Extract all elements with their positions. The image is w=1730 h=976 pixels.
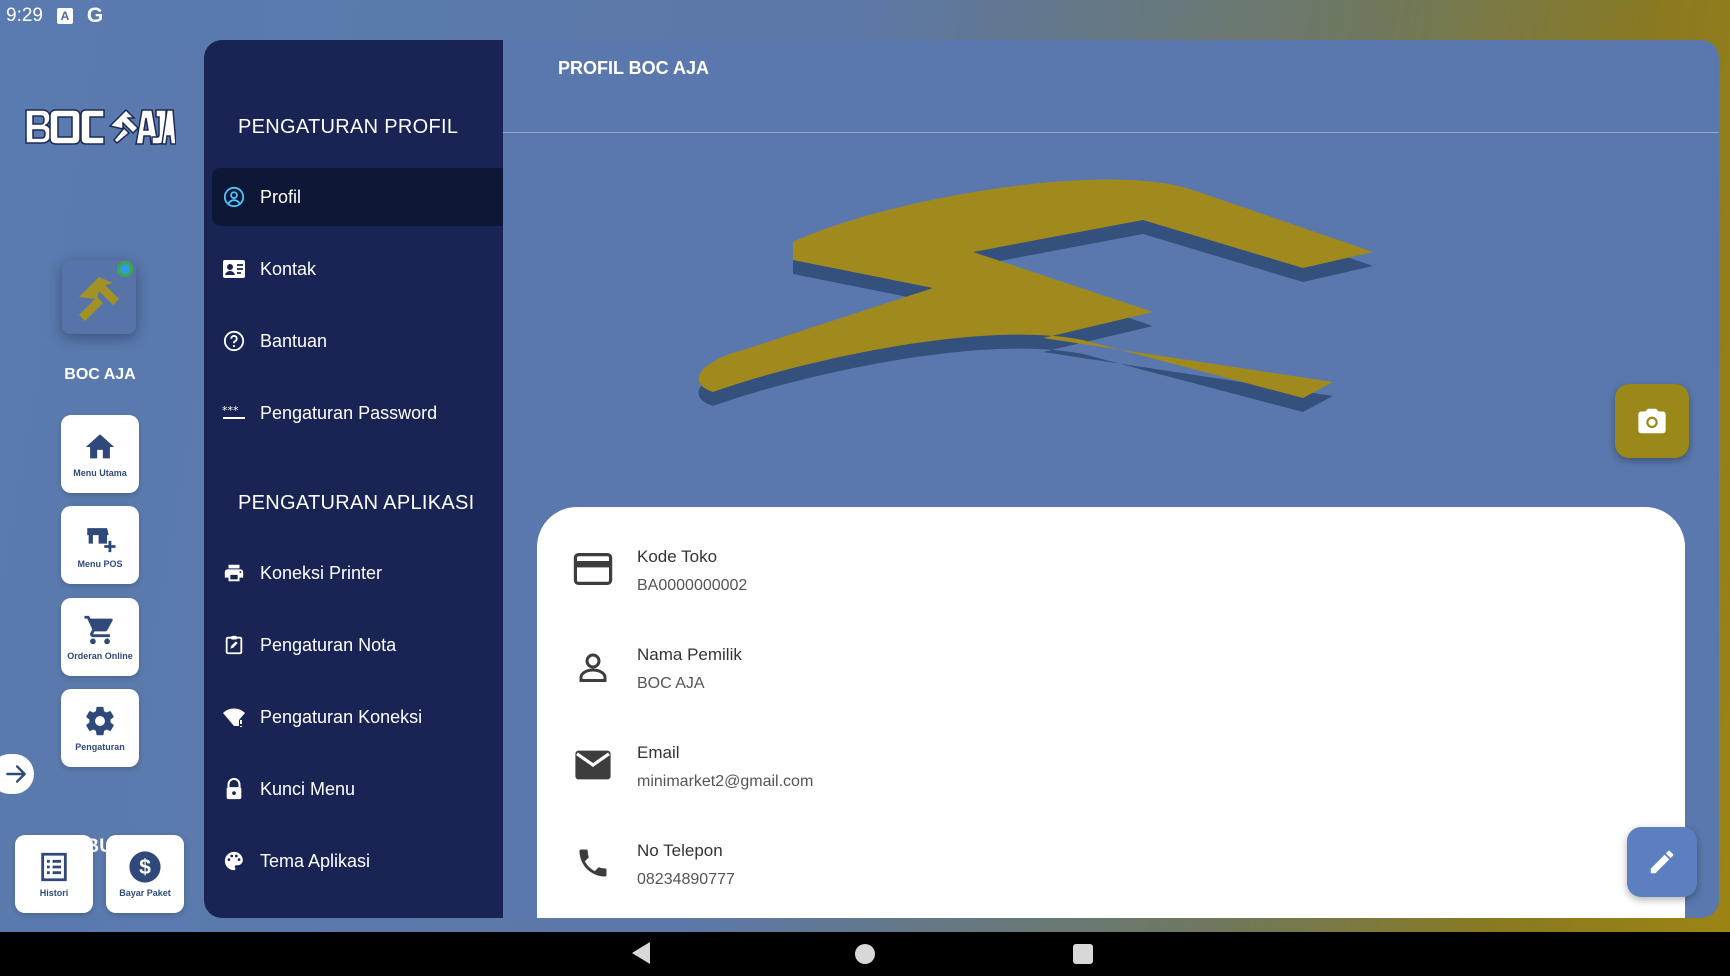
menu-item-bantuan[interactable]: Bantuan bbox=[212, 312, 503, 370]
menu-item-label: Pengaturan Koneksi bbox=[260, 706, 423, 727]
menu-item-koneksi-printer[interactable]: Koneksi Printer bbox=[212, 544, 503, 602]
pengaturan-button[interactable]: Pengaturan bbox=[61, 689, 139, 767]
field-value: BOC AJA bbox=[637, 675, 705, 692]
content-header: PROFIL BOC AJA bbox=[503, 40, 1719, 133]
gear-icon bbox=[86, 706, 114, 736]
menu-item-tema-aplikasi[interactable]: Tema Aplikasi bbox=[212, 832, 503, 890]
help-icon bbox=[222, 329, 246, 353]
menu-item-label: Kunci Menu bbox=[260, 778, 356, 799]
histori-label: Histori bbox=[39, 888, 69, 898]
orderan-online-label: Orderan Online bbox=[67, 651, 133, 661]
recents-icon[interactable] bbox=[1073, 944, 1093, 964]
menu-item-label: Profil bbox=[260, 186, 302, 207]
pengaturan-label: Pengaturan bbox=[75, 742, 125, 752]
status-time: 9:29 bbox=[6, 5, 43, 26]
store-add-icon bbox=[87, 528, 116, 553]
printer-icon bbox=[222, 561, 246, 585]
google-icon: G bbox=[86, 4, 104, 27]
field-value: minimarket2@gmail.com bbox=[637, 773, 814, 790]
camera-icon bbox=[1638, 408, 1666, 434]
contact-card-icon bbox=[222, 257, 246, 281]
bayar-paket-button[interactable]: $ Bayar Paket bbox=[106, 835, 184, 913]
menu-item-kunci-menu[interactable]: Kunci Menu bbox=[212, 760, 503, 818]
screen: 9:29 A G BOC AJA Menu Utama Menu POS Ord… bbox=[0, 0, 1730, 932]
menu-utama-button[interactable]: Menu Utama bbox=[61, 415, 139, 493]
home-icon bbox=[85, 434, 115, 459]
menu-item-profil[interactable]: Profil bbox=[212, 168, 503, 226]
orderan-online-button[interactable]: Orderan Online bbox=[61, 598, 139, 676]
menu-pos-button[interactable]: Menu POS bbox=[61, 506, 139, 584]
hammer-logo-icon bbox=[79, 277, 119, 321]
info-row-nama-pemilik: Nama Pemilik BOC AJA bbox=[573, 643, 742, 703]
rail-user-name: BOC AJA bbox=[64, 366, 136, 383]
edit-profile-button[interactable] bbox=[1627, 827, 1697, 897]
page-title: PROFIL BOC AJA bbox=[558, 58, 710, 78]
menu-pos-label: Menu POS bbox=[77, 559, 123, 569]
menu-item-label: Pengaturan Password bbox=[260, 402, 438, 423]
field-label: Kode Toko bbox=[637, 547, 718, 566]
menu-item-label: Pengaturan Nota bbox=[260, 634, 397, 655]
expand-rail-button[interactable] bbox=[0, 754, 34, 794]
menu-item-pengaturan-nota[interactable]: Pengaturan Nota bbox=[212, 616, 503, 674]
system-nav-bar bbox=[0, 932, 1730, 976]
field-value: 08234890777 bbox=[637, 871, 735, 888]
menu-utama-label: Menu Utama bbox=[73, 468, 127, 478]
svg-text:$: $ bbox=[139, 855, 151, 879]
list-icon bbox=[41, 852, 67, 882]
settings-menu: PENGATURAN PROFIL Profil Kontak Bantuan bbox=[204, 40, 503, 918]
back-icon[interactable] bbox=[632, 942, 650, 964]
email-icon bbox=[573, 745, 613, 785]
account-circle-icon bbox=[222, 185, 246, 209]
profile-info-card: Kode Toko BA0000000002 Nama Pemilik BOC … bbox=[537, 507, 1685, 918]
profile-content: PROFIL BOC AJA Kode Toko BA0000000002 Na… bbox=[503, 40, 1719, 918]
field-label: No Telepon bbox=[637, 841, 723, 860]
main-card: PENGATURAN PROFIL Profil Kontak Bantuan bbox=[204, 40, 1719, 918]
change-photo-button[interactable] bbox=[1615, 384, 1689, 458]
status-bar: 9:29 A G bbox=[0, 0, 1730, 32]
phone-icon bbox=[573, 843, 613, 883]
field-value: BA0000000002 bbox=[637, 577, 748, 594]
menu-item-label: Bantuan bbox=[260, 330, 328, 351]
password-icon: *** bbox=[222, 401, 246, 425]
card-icon bbox=[573, 549, 613, 589]
menu-item-pengaturan-password[interactable]: *** Pengaturan Password bbox=[212, 384, 503, 442]
a-notification-icon: A bbox=[56, 8, 73, 24]
home-circle-icon[interactable] bbox=[855, 944, 875, 964]
menu-item-pengaturan-koneksi[interactable]: Pengaturan Koneksi bbox=[212, 688, 503, 746]
pencil-icon bbox=[1650, 850, 1674, 874]
wifi-alert-icon bbox=[222, 705, 246, 729]
histori-button[interactable]: Histori bbox=[15, 835, 93, 913]
receipt-edit-icon bbox=[222, 633, 246, 657]
section-profile-title: PENGATURAN PROFIL bbox=[238, 116, 459, 138]
menu-item-label: Tema Aplikasi bbox=[260, 850, 371, 871]
person-icon bbox=[573, 647, 613, 687]
menu-item-label: Kontak bbox=[260, 258, 317, 279]
menu-item-kontak[interactable]: Kontak bbox=[212, 240, 503, 298]
dollar-icon: $ bbox=[129, 851, 161, 883]
menu-item-label: Koneksi Printer bbox=[260, 562, 383, 583]
left-rail: BOC AJA Menu Utama Menu POS Orderan Onli… bbox=[0, 40, 200, 932]
field-label: Nama Pemilik bbox=[637, 645, 742, 664]
bayar-paket-label: Bayar Paket bbox=[119, 888, 171, 898]
cart-icon bbox=[84, 615, 113, 645]
info-row-kode-toko: Kode Toko BA0000000002 bbox=[573, 545, 747, 605]
brand-logo bbox=[25, 108, 176, 145]
palette-icon bbox=[222, 849, 246, 873]
svg-text:***: *** bbox=[222, 404, 239, 417]
info-row-no-telepon: No Telepon 08234890777 bbox=[573, 839, 735, 899]
arrow-right-icon bbox=[6, 765, 26, 783]
field-label: Email bbox=[637, 743, 680, 762]
section-app-title: PENGATURAN APLIKASI bbox=[238, 492, 475, 514]
lock-icon bbox=[222, 777, 246, 801]
info-row-email: Email minimarket2@gmail.com bbox=[573, 741, 813, 801]
profile-banner-logo bbox=[698, 179, 1373, 412]
status-dot bbox=[117, 261, 133, 277]
